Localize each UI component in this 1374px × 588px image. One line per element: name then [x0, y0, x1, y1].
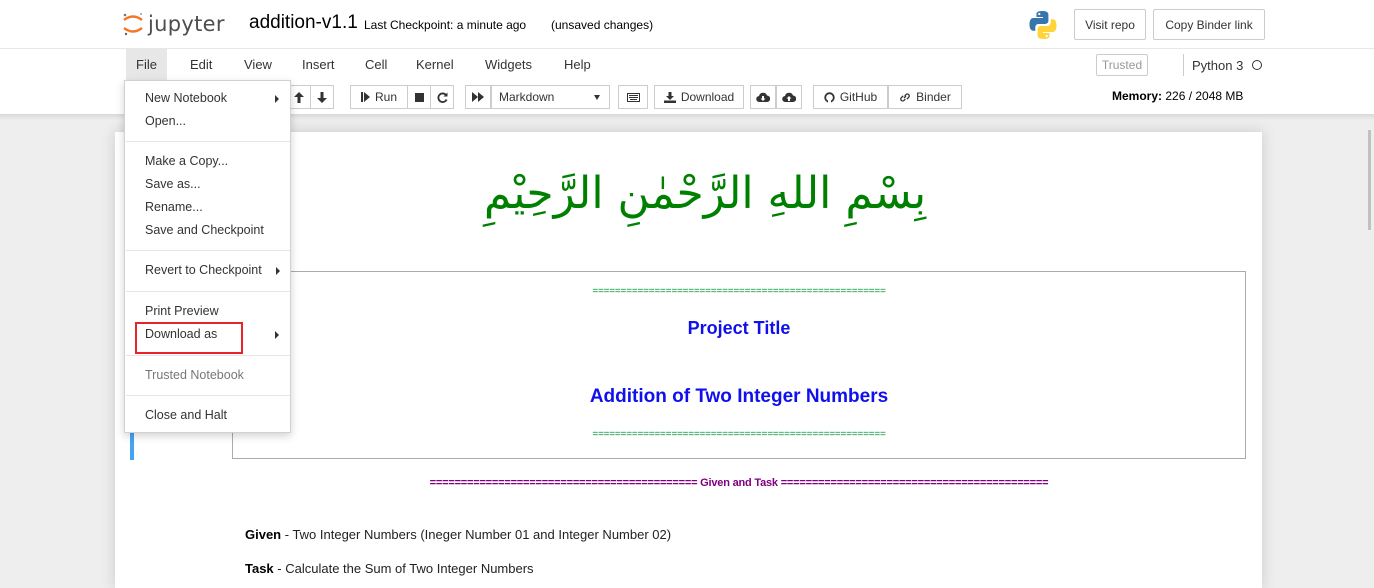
download-button[interactable]: Download — [654, 85, 744, 109]
cloud-upload-icon — [782, 92, 796, 102]
task-text: - Calculate the Sum of Two Integer Numbe… — [273, 561, 534, 576]
project-title-box[interactable]: ========================================… — [232, 271, 1246, 459]
task-label: Task — [245, 561, 274, 576]
command-palette-button[interactable] — [618, 85, 648, 109]
trusted-indicator[interactable]: Trusted — [1096, 54, 1148, 76]
cloud-download-icon — [756, 92, 770, 102]
move-up-icon — [294, 91, 304, 103]
menu-item-make-copy[interactable]: Make a Copy... — [145, 152, 228, 170]
submenu-arrow-icon — [276, 267, 280, 275]
project-title: Project Title — [687, 318, 791, 338]
menu-item-open[interactable]: Open... — [145, 112, 186, 130]
menu-insert[interactable]: Insert — [292, 49, 345, 80]
menu-item-trusted-notebook: Trusted Notebook — [145, 368, 244, 382]
kernel-indicator: Python 3 — [1183, 54, 1263, 76]
menubar: File Edit View Insert Cell Kernel Widget… — [0, 49, 1374, 80]
binder-button[interactable]: Binder — [888, 85, 962, 109]
cloud-upload-button[interactable] — [776, 85, 802, 109]
menu-item-save-checkpoint[interactable]: Save and Checkpoint — [145, 221, 264, 239]
header: jupyter addition-v1.1 Last Checkpoint: a… — [0, 0, 1374, 48]
menu-item-new-notebook[interactable]: New Notebook — [145, 89, 227, 107]
move-down-icon — [317, 91, 327, 103]
github-icon — [824, 91, 835, 103]
binder-icon — [900, 92, 911, 102]
fast-forward-icon — [472, 92, 484, 102]
scrollbar[interactable] — [1368, 130, 1371, 230]
python-logo-icon — [1029, 11, 1057, 39]
github-label: GitHub — [839, 90, 878, 104]
jupyter-logo-text: jupyter — [148, 12, 225, 36]
separator-line-bottom: ========================================… — [592, 429, 886, 440]
bismillah-heading: بِسْمِ اللهِ الرَّحْمٰنِ الرَّحِيْمِ — [483, 168, 927, 219]
restart-run-all-button[interactable] — [465, 85, 491, 109]
kernel-name: Python 3 — [1192, 57, 1244, 73]
notebook-name[interactable]: addition-v1.1 — [249, 12, 358, 34]
menu-item-close-halt[interactable]: Close and Halt — [145, 406, 227, 424]
keyboard-icon — [626, 92, 640, 102]
move-down-button[interactable] — [310, 85, 334, 109]
unsaved-changes-status: (unsaved changes) — [551, 18, 654, 32]
given-and-task-heading: ========================================… — [429, 477, 1049, 489]
submenu-arrow-icon — [275, 95, 279, 103]
visit-repo-button[interactable]: Visit repo — [1074, 9, 1146, 40]
memory-label: Memory: — [1112, 89, 1163, 103]
chevron-down-icon — [594, 95, 600, 100]
file-menu-dropdown: New Notebook Open... Make a Copy... Save… — [124, 80, 291, 433]
menu-help[interactable]: Help — [554, 49, 601, 80]
restart-icon — [436, 92, 447, 103]
menu-item-save-as[interactable]: Save as... — [145, 175, 201, 193]
download-as-highlight-box — [135, 322, 243, 354]
menu-cell[interactable]: Cell — [355, 49, 397, 80]
restart-button[interactable] — [430, 85, 454, 109]
cloud-download-button[interactable] — [750, 85, 776, 109]
kernel-idle-icon — [1252, 60, 1263, 70]
github-button[interactable]: GitHub — [813, 85, 888, 109]
cell-type-value: Markdown — [499, 90, 555, 104]
menu-divider — [126, 141, 290, 142]
menu-kernel[interactable]: Kernel — [406, 49, 464, 80]
menu-divider — [126, 355, 290, 356]
checkpoint-status: Last Checkpoint: a minute ago — [364, 18, 527, 32]
memory-usage: Memory: 226 / 2048 MB — [1112, 89, 1243, 103]
menu-divider — [126, 291, 290, 292]
menu-edit[interactable]: Edit — [180, 49, 222, 80]
jupyter-logo[interactable]: jupyter — [122, 10, 225, 38]
jupyter-logo-icon — [123, 13, 143, 36]
separator-line-top: ========================================… — [592, 286, 886, 297]
download-label: Download — [680, 90, 735, 104]
menu-file[interactable]: File — [126, 49, 167, 80]
given-line: Given - Two Integer Numbers (Ineger Numb… — [245, 527, 671, 542]
menu-widgets[interactable]: Widgets — [475, 49, 542, 80]
cell-type-select[interactable]: Markdown — [491, 85, 610, 109]
given-text: - Two Integer Numbers (Ineger Number 01 … — [281, 527, 672, 542]
memory-value: 226 / 2048 MB — [1165, 89, 1244, 103]
stop-icon — [414, 92, 424, 102]
copy-binder-link-button[interactable]: Copy Binder link — [1153, 9, 1265, 40]
task-line: Task - Calculate the Sum of Two Integer … — [245, 561, 534, 576]
run-label: Run — [374, 90, 397, 104]
menu-divider — [126, 250, 290, 251]
run-icon — [360, 92, 370, 102]
binder-label: Binder — [916, 90, 951, 104]
menu-divider — [126, 395, 290, 396]
project-subtitle: Addition of Two Integer Numbers — [589, 386, 889, 407]
interrupt-button[interactable] — [407, 85, 431, 109]
menu-item-print-preview[interactable]: Print Preview — [145, 302, 219, 320]
given-label: Given — [245, 527, 282, 542]
download-icon — [663, 91, 676, 103]
menu-view[interactable]: View — [234, 49, 282, 80]
menu-item-revert-checkpoint[interactable]: Revert to Checkpoint — [145, 261, 262, 279]
run-button[interactable]: Run — [350, 85, 408, 109]
submenu-arrow-icon — [275, 331, 279, 339]
menu-item-rename[interactable]: Rename... — [145, 198, 203, 216]
